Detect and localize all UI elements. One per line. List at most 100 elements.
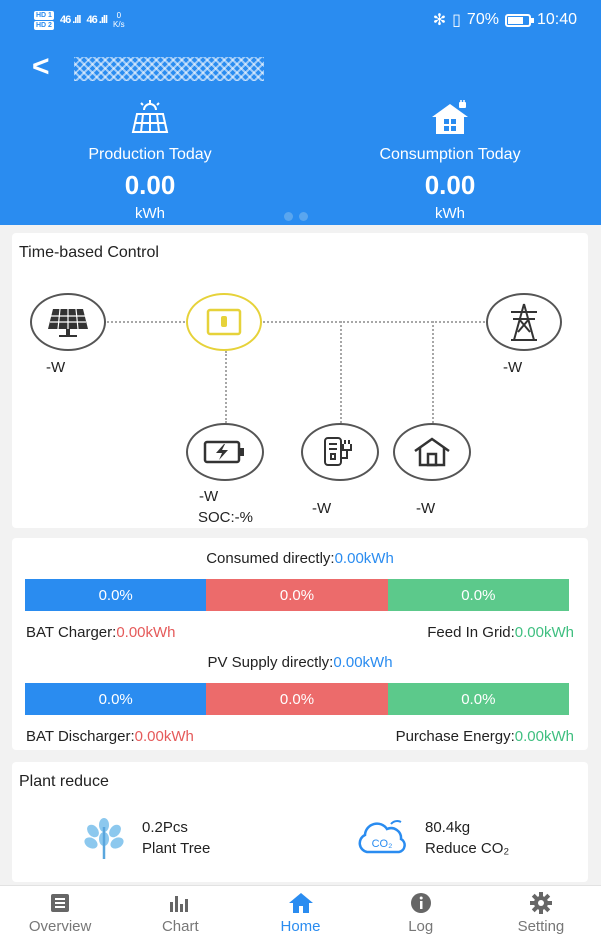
bat-charger-value: 0.00kWh [116,624,176,641]
header: < Production Today 0.00 kWh Consumption … [0,40,601,225]
production-label: Production Today [88,146,212,163]
feed-in-grid-value: 0.00kWh [514,624,574,641]
purchase-energy-label: Purchase Energy: [395,728,515,745]
bar-segment-blue: 0.0% [25,579,207,611]
plant-reduce-card: Plant reduce 0.2Pcs Plant Tree CO₂ 80.4k… [12,762,588,882]
consumption-today: Consumption Today 0.00 kWh [330,100,570,222]
plant-name-redacted [74,57,264,81]
nav-log[interactable]: Log [361,886,481,941]
flow-line-home [432,321,434,423]
solar-panel-icon [48,308,88,337]
power-tower-icon [511,303,537,341]
nav-setting-label: Setting [517,918,565,935]
bar-segment-green: 0.0% [387,579,569,611]
ev-charger-icon [324,437,352,466]
info-icon [410,892,432,914]
sim2-badge: HD 2 [34,20,54,30]
plant-tree-text: 0.2Pcs Plant Tree [142,817,210,859]
ev-charger-node[interactable] [301,423,379,481]
production-value: 0.00 [124,170,176,200]
house-plug-icon [330,100,570,136]
page-dot [299,212,308,221]
grid-power: -W [503,359,523,376]
pv-node[interactable] [30,293,106,351]
consumed-directly: Consumed directly:0.00kWh [12,550,588,567]
consumption-unit: kWh [435,205,465,222]
status-right: ✻ ▯ 70% 10:40 [433,10,577,30]
plant-tree-stat: 0.2Pcs Plant Tree [80,817,210,859]
flow-title: Time-based Control [19,244,159,261]
reduce-co2-value: 80.4kg [425,819,471,836]
charger-feed-row: BAT Charger:0.00kWh Feed In Grid:0.00kWh [26,624,574,641]
bat-discharger-value: 0.00kWh [134,728,194,745]
bar-segment-red: 0.0% [206,579,388,611]
clock: 10:40 [536,11,577,28]
discharger-purchase-row: BAT Discharger:0.00kWh Purchase Energy:0… [26,728,574,745]
solar-panel-icon [30,100,270,136]
grid-node[interactable] [486,293,562,351]
bottom-nav: Overview Chart Home Log Setting [0,885,601,941]
signal-1: 46 .ıll [59,14,82,26]
consumption-ratio-bar: 0.0% 0.0% 0.0% [25,579,569,611]
consumption-label: Consumption Today [379,146,521,163]
purchase-energy: Purchase Energy:0.00kWh [396,728,574,745]
plant-reduce-title: Plant reduce [19,773,109,790]
nav-home-label: Home [280,918,321,935]
nav-chart[interactable]: Chart [120,886,240,941]
battery-charging-icon [203,440,244,464]
feed-in-grid-label: Feed In Grid: [427,624,515,641]
chart-icon [168,892,192,914]
nav-overview-label: Overview [28,918,92,935]
flow-line-pv [104,321,196,323]
bat-discharger-label: BAT Discharger: [26,728,135,745]
bluetooth-icon: ✻ [432,12,447,29]
page-dot [284,212,293,221]
pv-supply-value: 0.00kWh [333,654,393,671]
battery-soc: SOC:-% [198,509,254,526]
reduce-co2-label: Reduce CO₂ [425,840,510,857]
feed-in-grid: Feed In Grid:0.00kWh [427,624,574,641]
bar-segment-green: 0.0% [387,683,569,715]
production-today: Production Today 0.00 kWh [30,100,270,222]
sim1-badge: HD 1 [34,10,54,20]
bar-segment-blue: 0.0% [25,683,207,715]
energy-breakdown-card: Consumed directly:0.00kWh 0.0% 0.0% 0.0%… [12,538,588,750]
net-speed-value: 0 [116,11,122,20]
plant-tree-value: 0.2Pcs [142,819,188,836]
bat-charger: BAT Charger:0.00kWh [26,624,176,641]
flow-line-grid [260,321,488,323]
page-indicator [284,212,308,221]
battery-icon [504,13,534,27]
inverter-icon [206,308,242,336]
home-power: -W [416,500,436,517]
time-based-control-card: Time-based Control -W -W -W SOC:-% -W -W [12,233,588,528]
status-bar: HD 1 HD 2 46 .ıll 46 .ıll 0 K/s ✻ ▯ 70% … [0,0,601,40]
inverter-node[interactable] [186,293,262,351]
bar-segment-red: 0.0% [206,683,388,715]
back-button[interactable]: < [32,50,50,84]
consumed-directly-label: Consumed directly: [206,550,335,567]
reduce-co2-text: 80.4kg Reduce CO₂ [425,817,509,859]
co2-icon-text: CO₂ [372,838,393,850]
pv-supply-label: PV Supply directly: [207,654,334,671]
battery-percent: 70% [466,11,499,28]
purchase-energy-value: 0.00kWh [514,728,574,745]
nav-log-label: Log [408,918,434,935]
home-load-node[interactable] [393,423,471,481]
bat-charger-label: BAT Charger: [26,624,117,641]
bat-discharger: BAT Discharger:0.00kWh [26,728,194,745]
nav-overview[interactable]: Overview [0,886,120,941]
pv-power: -W [46,359,66,376]
vibrate-icon: ▯ [452,12,461,29]
consumption-value: 0.00 [424,170,476,200]
nav-setting[interactable]: Setting [481,886,601,941]
production-unit: kWh [135,205,165,222]
tree-icon [84,818,124,859]
plant-tree-label: Plant Tree [142,840,211,857]
nav-home[interactable]: Home [240,886,360,941]
flow-line-charger [340,321,342,423]
net-speed: 0 K/s [113,11,125,29]
signal-2: 46 .ıll [86,14,108,26]
battery-node[interactable] [186,423,264,481]
pv-supply-directly: PV Supply directly:0.00kWh [12,654,588,671]
